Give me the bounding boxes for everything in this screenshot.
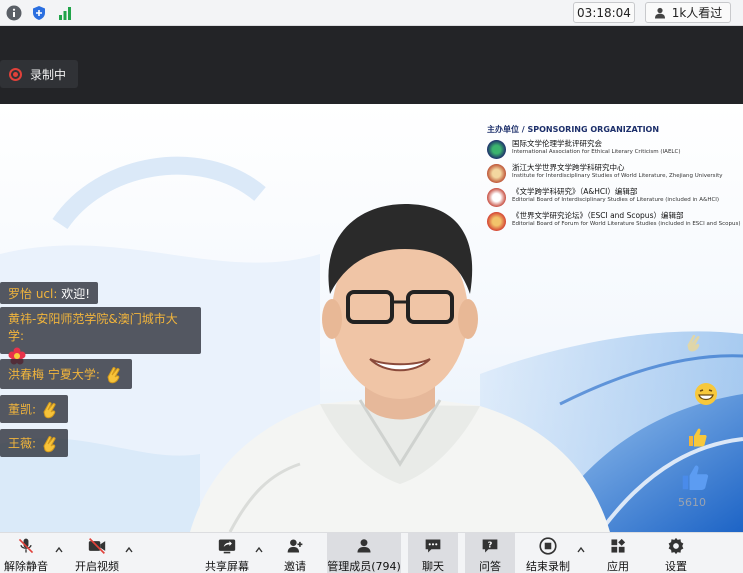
viewer-count-button[interactable]: 1k人看过 [645, 2, 731, 23]
sponsor-name: 国际文学伦理学批评研究会 [512, 139, 602, 148]
clap-emoji-icon [107, 367, 120, 384]
chat-sender: 洪春梅 宁夏大学: [8, 367, 100, 382]
stop-record-icon [539, 537, 557, 555]
meeting-timer: 03:18:04 [573, 2, 635, 23]
bottom-toolbar: 解除静音 开启视频 共享屏幕 邀请 管理成员(794) 聊天 ? 问答 结束录制… [0, 532, 743, 573]
chat-sender: 黄祎-安阳师范学院&澳门城市大学: [8, 312, 178, 343]
question-icon: ? [482, 539, 498, 553]
chat-button[interactable]: 聊天 [408, 533, 458, 573]
apps-label: 应用 [607, 560, 629, 573]
chat-text: 欢迎! [61, 287, 91, 301]
shield-icon[interactable] [29, 3, 49, 23]
chevron-up-icon[interactable] [124, 545, 134, 555]
user-icon [654, 7, 665, 18]
header-dark-area [0, 26, 743, 104]
grin-icon [695, 383, 717, 405]
speaker-video [190, 204, 610, 532]
chevron-up-icon[interactable] [254, 545, 264, 555]
sponsor-item: 国际文学伦理学批评研究会 International Association f… [487, 138, 737, 160]
chat-sender: 董凯: [8, 402, 37, 417]
recording-indicator[interactable]: 录制中 [0, 60, 78, 88]
recording-label: 录制中 [30, 67, 67, 82]
iaelc-logo-icon [487, 140, 506, 159]
chat-message: 黄祎-安阳师范学院&澳门城市大学: [0, 307, 201, 365]
chat-sender: 罗怡 ucl: [8, 287, 58, 301]
unmute-label: 解除静音 [4, 560, 48, 573]
video-off-icon [88, 538, 106, 554]
manage-members-label: 管理成员(794) [327, 560, 401, 573]
viewer-count-label: 1k人看过 [671, 6, 723, 20]
settings-label: 设置 [665, 560, 687, 573]
meeting-window: 03:18:04 1k人看过 录制中 主办单位 / SPONSORING ORG… [0, 0, 743, 573]
sponsor-heading: 主办单位 / SPONSORING ORGANIZATION [487, 125, 660, 134]
end-recording-label: 结束录制 [526, 560, 570, 573]
start-video-label: 开启视频 [75, 560, 119, 573]
top-bar: 03:18:04 1k人看过 [0, 0, 743, 26]
invite-label: 邀请 [284, 560, 306, 573]
chevron-up-icon[interactable] [54, 545, 64, 555]
clap-icon [687, 334, 700, 352]
mic-muted-icon [18, 538, 34, 554]
chat-message: 董凯: [0, 395, 68, 423]
chevron-up-icon[interactable] [576, 545, 586, 555]
signal-icon[interactable] [55, 3, 75, 23]
like-count: 5610 [678, 496, 706, 509]
info-icon[interactable] [4, 3, 24, 23]
apps-icon [611, 538, 626, 553]
record-icon [9, 67, 22, 81]
like-button[interactable] [675, 460, 715, 494]
chat-label: 聊天 [422, 560, 444, 573]
chat-message: 罗怡 ucl: 欢迎! [0, 282, 99, 304]
qa-label: 问答 [479, 560, 501, 573]
qa-button[interactable]: ? 问答 [465, 533, 515, 573]
manage-members-button[interactable]: 管理成员(794) [327, 533, 401, 573]
share-screen-button[interactable]: 共享屏幕 [202, 533, 252, 573]
members-icon [357, 539, 371, 553]
share-screen-label: 共享屏幕 [205, 560, 249, 573]
sponsor-subtitle: International Association for Ethical Li… [512, 149, 681, 155]
add-user-icon [287, 539, 303, 553]
apps-button[interactable]: 应用 [598, 533, 638, 573]
start-video-button[interactable]: 开启视频 [72, 533, 122, 573]
video-stream: 主办单位 / SPONSORING ORGANIZATION 国际文学伦理学批评… [0, 104, 743, 532]
gear-icon [668, 537, 684, 555]
unmute-button[interactable]: 解除静音 [2, 533, 50, 573]
svg-text:?: ? [488, 540, 493, 550]
chat-message: 洪春梅 宁夏大学: [0, 359, 132, 389]
share-screen-icon [218, 539, 236, 554]
thumbs-up-icon [689, 428, 707, 447]
sponsor-name: 浙江大学世界文学跨学科研究中心 [512, 163, 625, 172]
invite-button[interactable]: 邀请 [276, 533, 314, 573]
like-button-icon [682, 465, 709, 490]
chat-icon [425, 539, 441, 553]
end-recording-button[interactable]: 结束录制 [522, 533, 574, 573]
chat-message: 王薇: [0, 429, 68, 457]
settings-button[interactable]: 设置 [656, 533, 696, 573]
clap-emoji-icon [43, 436, 56, 453]
clap-emoji-icon [43, 402, 56, 419]
chat-sender: 王薇: [8, 436, 37, 451]
